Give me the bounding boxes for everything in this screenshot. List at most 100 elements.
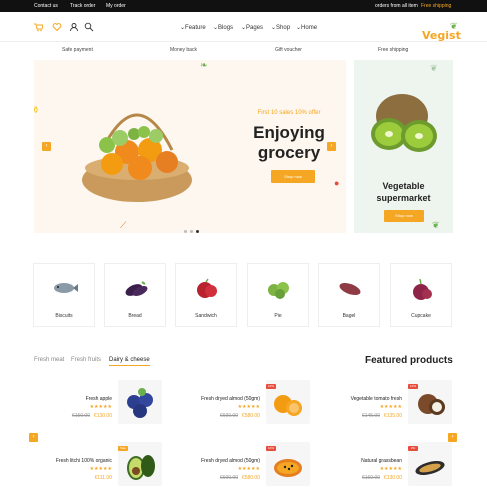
tab-fresh-meat[interactable]: Fresh meat	[34, 357, 64, 363]
track-order-link[interactable]: Track order	[70, 3, 95, 9]
hero-kicker: First 10 sales 10% offer	[257, 110, 321, 116]
contact-us-link[interactable]: Contact us	[34, 3, 58, 9]
rating-stars-icon: ★★★★★	[237, 466, 260, 472]
product-price: €135.00	[383, 413, 402, 419]
nav-home[interactable]: ⌄Home	[296, 24, 317, 31]
promo-text: orders from all item	[375, 3, 418, 9]
nav-pages[interactable]: ⌄Pages	[241, 24, 263, 31]
category-card[interactable]: Cupcake	[390, 263, 452, 327]
product-name[interactable]: Fresh litchi 100% organic	[56, 458, 112, 464]
sweet-potato-icon	[339, 282, 361, 296]
product-card[interactable]: Fresh apple ★★★★★ €150.00 €130.00	[36, 380, 162, 430]
promo-highlight: Free shipping	[421, 3, 452, 9]
bottle-decor-icon: ⚱	[32, 105, 40, 115]
lychee-icon	[197, 278, 217, 298]
leaf-decor-icon: ❦	[430, 63, 438, 73]
product-card[interactable]: 10% Fresh dryed almod (50gm) ★★★★★ €690.…	[184, 442, 310, 487]
my-order-link[interactable]: My order	[106, 3, 126, 9]
slide-dot[interactable]	[184, 230, 187, 233]
hero-slider: ❧ ⚱ ⟋ ● First 10 sales 10% offer Enjoyin…	[32, 60, 346, 233]
sale-badge: Sale	[118, 446, 128, 451]
products-next-arrow[interactable]: ›	[448, 433, 457, 442]
hero-next-arrow[interactable]: ›	[327, 142, 336, 151]
cart-icon[interactable]	[33, 22, 44, 32]
product-name[interactable]: Natural grassbean	[361, 458, 402, 464]
kiwi-image	[371, 94, 437, 152]
product-old-price: €690.00	[219, 413, 238, 419]
featured-products-title: Featured products	[365, 355, 453, 366]
red-onion-icon	[413, 278, 432, 300]
category-card[interactable]: Biscuits	[33, 263, 95, 327]
tab-fresh-fruits[interactable]: Fresh fruits	[71, 357, 101, 363]
nav-shop[interactable]: ⌄Shop	[271, 24, 290, 31]
feature-gift-voucher: Gift voucher	[275, 47, 302, 53]
hero-shop-now-button[interactable]: Shop now	[271, 170, 315, 183]
category-card[interactable]: Sandwich	[175, 263, 237, 327]
tomato-decor-icon: ●	[334, 178, 340, 188]
user-icon[interactable]	[69, 22, 79, 32]
product-price: €130.00	[93, 413, 112, 419]
product-card[interactable]: 2% Natural grassbean ★★★★★ €160.00 €130.…	[326, 442, 452, 487]
product-name[interactable]: Fresh apple	[86, 396, 112, 402]
blueberry-image	[127, 388, 153, 418]
product-price: €130.00	[383, 475, 402, 481]
top-bar: Contact us Track order My order orders f…	[0, 0, 487, 12]
rating-stars-icon: ★★★★★	[379, 466, 402, 472]
hero-prev-arrow[interactable]: ‹	[42, 142, 51, 151]
header: ⌄Feature ⌄Blogs ⌄Pages ⌄Shop ⌄Home ❦ Veg…	[0, 12, 487, 42]
product-price: €580.00	[241, 475, 260, 481]
discount-badge: 2%	[408, 446, 418, 451]
product-price: €580.00	[241, 413, 260, 419]
category-card[interactable]: Bread	[104, 263, 166, 327]
discount-badge: 10%	[266, 384, 276, 389]
product-card[interactable]: 10% Vegetable tomato fresh ★★★★★ €145.00…	[326, 380, 452, 430]
category-label: Bagel	[342, 313, 356, 319]
product-old-price: €690.00	[219, 475, 238, 481]
category-card[interactable]: Pie	[247, 263, 309, 327]
product-card[interactable]: Sale Fresh litchi 100% organic ★★★★★ €11…	[36, 442, 162, 487]
category-label: Bread	[128, 313, 142, 319]
search-icon[interactable]	[84, 22, 94, 32]
discount-badge: 10%	[408, 384, 418, 389]
side-banner: ❦ ❦ Vegetable supermarket Shop now	[354, 60, 453, 233]
leaf-decor-icon: ❧	[200, 60, 208, 70]
products-prev-arrow[interactable]: ‹	[29, 433, 38, 442]
product-old-price: €150.00	[71, 413, 90, 419]
product-name[interactable]: Vegetable tomato fresh	[351, 396, 402, 402]
discount-badge: 10%	[266, 446, 276, 451]
fruit-basket-image	[82, 113, 192, 202]
wishlist-icon[interactable]	[52, 22, 62, 32]
category-card[interactable]: Bagel	[318, 263, 380, 327]
feature-money-back: Money back	[170, 47, 197, 53]
product-price: €111.00	[94, 475, 112, 481]
fish-icon	[54, 283, 78, 293]
carrot-decor-icon: ⟋	[120, 220, 127, 230]
hero-pagination[interactable]	[184, 220, 202, 238]
side-banner-title: Vegetable supermarket	[376, 181, 431, 203]
slide-dot-active[interactable]	[196, 230, 199, 233]
feature-safe-payment: Safe payment	[62, 47, 93, 53]
product-name[interactable]: Fresh dryed almod (50gm)	[201, 458, 260, 464]
eggplant-icon	[125, 281, 148, 296]
category-label: Pie	[274, 313, 282, 319]
rating-stars-icon: ★★★★★	[379, 404, 402, 410]
product-old-price: €160.00	[361, 475, 380, 481]
category-label: Biscuits	[55, 313, 73, 319]
category-label: Sandwich	[195, 313, 217, 319]
product-image[interactable]	[118, 380, 162, 424]
rating-stars-icon: ★★★★★	[89, 404, 112, 410]
brussels-sprouts-icon	[268, 282, 289, 299]
tab-dairy-cheese[interactable]: Dairy & cheese	[109, 357, 150, 366]
rating-stars-icon: ★★★★★	[237, 404, 260, 410]
nav-feature[interactable]: ⌄Feature	[180, 24, 206, 31]
product-name[interactable]: Fresh dryed almod (50gm)	[201, 396, 260, 402]
leaf-decor-icon: ❦	[432, 220, 440, 230]
side-shop-now-button[interactable]: Shop now	[384, 210, 424, 222]
logo[interactable]: ❦ Vegist	[418, 20, 474, 42]
nav-blogs[interactable]: ⌄Blogs	[213, 24, 233, 31]
category-label: Cupcake	[411, 313, 431, 319]
product-old-price: €145.00	[361, 413, 380, 419]
product-card[interactable]: 10% Fresh dryed almod (50gm) ★★★★★ €690.…	[184, 380, 310, 430]
slide-dot[interactable]	[190, 230, 193, 233]
rating-stars-icon: ★★★★★	[89, 466, 112, 472]
